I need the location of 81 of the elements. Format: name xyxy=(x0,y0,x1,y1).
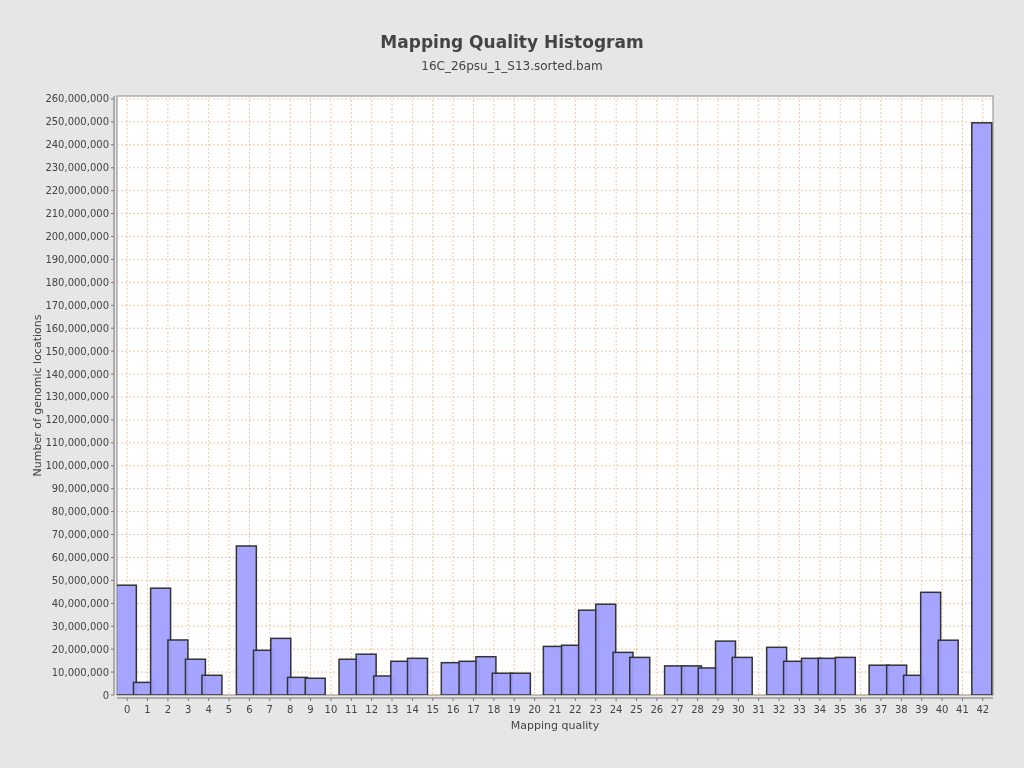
x-tick-label: 40 xyxy=(935,704,949,715)
x-tick-label: 36 xyxy=(854,704,867,715)
y-tick-label: 170,000,000 xyxy=(45,299,109,311)
x-tick-label: 1 xyxy=(144,704,151,715)
x-tick-label: 31 xyxy=(752,704,766,715)
x-tick-label: 27 xyxy=(670,704,684,715)
y-tick-label: 0 xyxy=(102,689,109,701)
y-tick-label: 60,000,000 xyxy=(51,551,109,563)
x-tick-label: 21 xyxy=(548,704,562,715)
x-tick-label: 12 xyxy=(365,704,378,715)
x-tick-label: 30 xyxy=(732,704,745,715)
y-tick-label: 160,000,000 xyxy=(45,322,109,334)
y-tick-label: 100,000,000 xyxy=(45,460,109,472)
y-tick-label: 50,000,000 xyxy=(51,574,109,586)
x-tick-label: 17 xyxy=(467,704,480,715)
x-tick-label: 37 xyxy=(874,704,888,715)
x-tick-label: 41 xyxy=(956,704,969,715)
histogram-bar xyxy=(509,672,532,695)
x-tick-label: 34 xyxy=(813,704,827,715)
x-tick-label: 16 xyxy=(446,704,460,715)
y-tick-label: 40,000,000 xyxy=(51,597,109,609)
x-tick-label: 24 xyxy=(609,704,623,715)
x-tick-label: 18 xyxy=(487,704,501,715)
y-tick-label: 130,000,000 xyxy=(45,391,109,403)
y-axis-title: Number of genomic locations xyxy=(31,314,44,477)
histogram-bar xyxy=(406,657,429,695)
x-tick-label: 32 xyxy=(772,704,786,715)
histogram-bar xyxy=(304,677,326,695)
x-tick-label: 5 xyxy=(225,704,233,715)
y-tick-label: 200,000,000 xyxy=(45,231,109,242)
x-tick-label: 0 xyxy=(124,704,131,715)
x-tick-label: 4 xyxy=(205,704,212,715)
x-tick-label: 10 xyxy=(324,704,338,715)
x-tick-label: 8 xyxy=(287,704,294,715)
y-tick-label: 180,000,000 xyxy=(45,276,109,288)
x-tick-label: 3 xyxy=(185,704,192,715)
x-tick-label: 6 xyxy=(246,704,253,715)
histogram-bar xyxy=(834,656,857,695)
y-tick-label: 10,000,000 xyxy=(51,666,109,678)
y-tick-label: 240,000,000 xyxy=(45,139,109,151)
chart-subtitle: 16C_26psu_1_S13.sorted.bam xyxy=(421,59,603,73)
y-tick-label: 230,000,000 xyxy=(45,162,109,174)
y-tick-label: 120,000,000 xyxy=(45,414,109,426)
y-tick-label: 30,000,000 xyxy=(51,620,109,632)
x-tick-label: 38 xyxy=(894,704,908,715)
histogram-bar xyxy=(629,656,651,695)
x-tick-label: 26 xyxy=(650,704,664,715)
y-tick-label: 260,000,000 xyxy=(45,93,109,105)
x-tick-label: 7 xyxy=(266,704,273,715)
x-tick-label: 23 xyxy=(589,704,603,715)
y-tick-label: 250,000,000 xyxy=(45,116,109,128)
x-tick-label: 25 xyxy=(630,704,643,715)
x-tick-label: 33 xyxy=(793,704,806,715)
y-tick-label: 110,000,000 xyxy=(45,437,109,449)
y-tick-label: 150,000,000 xyxy=(45,345,109,357)
y-tick-label: 90,000,000 xyxy=(51,483,109,495)
y-tick-label: 80,000,000 xyxy=(51,506,109,518)
y-tick-label: 140,000,000 xyxy=(45,368,109,380)
x-tick-label: 42 xyxy=(976,704,990,715)
x-tick-label: 14 xyxy=(406,704,419,715)
y-tick-label: 70,000,000 xyxy=(51,529,109,541)
x-tick-label: 2 xyxy=(164,704,172,715)
x-tick-label: 28 xyxy=(691,704,704,715)
x-tick-label: 22 xyxy=(569,704,582,715)
x-tick-label: 19 xyxy=(507,704,521,715)
y-tick-label: 190,000,000 xyxy=(45,253,109,265)
x-tick-label: 20 xyxy=(528,704,541,715)
x-tick-label: 11 xyxy=(344,704,358,715)
y-tick-label: 20,000,000 xyxy=(51,643,109,655)
y-tick-label: 210,000,000 xyxy=(45,208,109,220)
x-tick-label: 39 xyxy=(915,704,929,715)
chart-title: Mapping Quality Histogram xyxy=(380,32,644,52)
x-tick-label: 35 xyxy=(833,704,847,715)
x-tick-label: 15 xyxy=(426,704,440,715)
histogram-bar xyxy=(731,656,753,695)
x-tick-label: 9 xyxy=(307,704,314,715)
x-tick-label: 29 xyxy=(711,704,725,715)
x-axis-title: Mapping quality xyxy=(510,719,600,732)
y-tick-label: 220,000,000 xyxy=(45,185,109,197)
histogram-bar xyxy=(765,646,788,695)
x-tick-label: 13 xyxy=(385,704,399,715)
